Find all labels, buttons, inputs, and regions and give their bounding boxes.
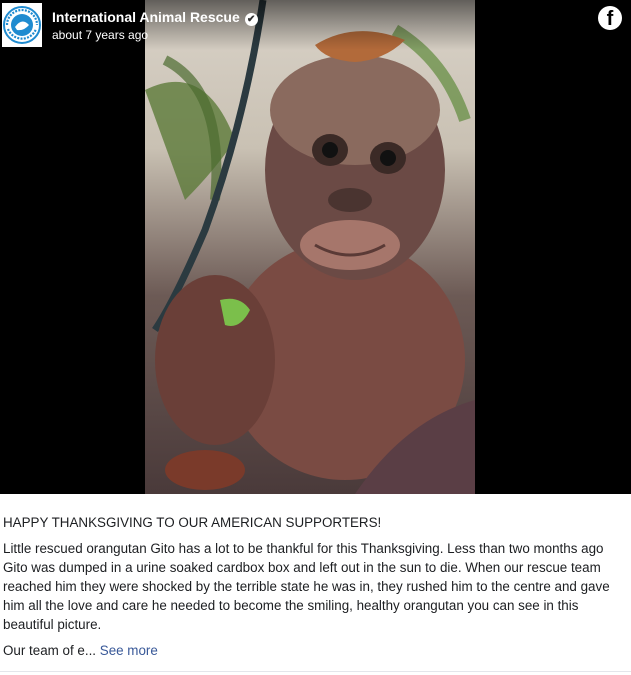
post-timestamp[interactable]: about 7 years ago: [52, 28, 148, 42]
divider: [0, 671, 631, 672]
truncated-text: Our team of e...: [3, 643, 97, 658]
facebook-logo-icon[interactable]: f: [598, 6, 622, 30]
page-name-link[interactable]: International Animal Rescue ✔: [52, 9, 258, 26]
post-truncated-line: Our team of e... See more: [3, 641, 627, 660]
orangutan-photo[interactable]: [145, 0, 475, 494]
post-headline: HAPPY THANKSGIVING TO OUR AMERICAN SUPPO…: [3, 515, 382, 530]
post-media[interactable]: [0, 0, 631, 494]
verified-badge-icon: ✔: [244, 13, 258, 26]
post-text: HAPPY THANKSGIVING TO OUR AMERICAN SUPPO…: [3, 513, 627, 667]
orangutan-illustration: [145, 0, 475, 494]
see-more-link[interactable]: See more: [100, 643, 158, 658]
page-logo-icon: [3, 6, 41, 44]
post-header: International Animal Rescue ✔ about 7 yea…: [0, 0, 631, 50]
page-avatar[interactable]: [2, 3, 42, 47]
page-name[interactable]: International Animal Rescue: [52, 9, 240, 25]
post-body: Little rescued orangutan Gito has a lot …: [3, 541, 610, 632]
